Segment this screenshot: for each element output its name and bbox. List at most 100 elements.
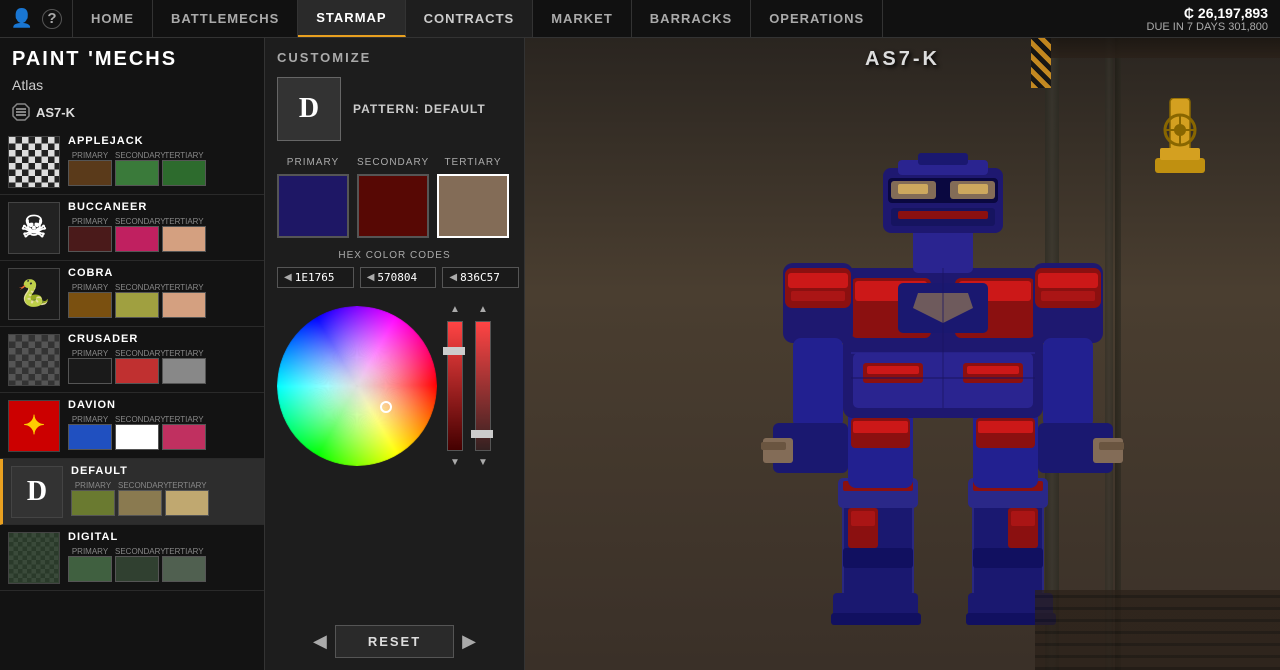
scheme-buccaneer[interactable]: ☠ BUCCANEER PRIMARY SECONDARY TERTIARY [0, 195, 264, 261]
default-primary-swatch[interactable] [71, 490, 115, 516]
tertiary-color-swatch[interactable] [437, 174, 509, 238]
alpha-down-arrow[interactable]: ▼ [478, 457, 488, 468]
applejack-primary-swatch[interactable] [68, 160, 112, 186]
reset-right-arrow[interactable]: ▶ [462, 631, 476, 652]
alpha-slider[interactable] [473, 321, 493, 451]
scheme-crusader[interactable]: CRUSADER PRIMARY SECONDARY TERTIARY [0, 327, 264, 393]
help-icon[interactable]: ? [42, 9, 62, 29]
bg-ceiling [1035, 38, 1280, 58]
scheme-davion[interactable]: ✦ DAVION PRIMARY SECONDARY TERTIARY [0, 393, 264, 459]
mech-selector-name: AS7-K [36, 105, 75, 120]
scheme-applejack[interactable]: APPLEJACK PRIMARY SECONDARY TERTIARY [0, 129, 264, 195]
mech-selector[interactable]: AS7-K [0, 99, 264, 129]
crusader-primary-swatch[interactable] [68, 358, 112, 384]
scheme-applejack-name: APPLEJACK [68, 135, 256, 147]
main-content: PAINT 'MECHS Atlas AS7-K APPLEJACK PRIMA… [0, 38, 1280, 670]
cobra-secondary-label: SECONDARY [115, 283, 159, 292]
default-secondary-swatch[interactable] [118, 490, 162, 516]
mech-class-label: Atlas [0, 75, 264, 99]
davion-tertiary-swatch[interactable] [162, 424, 206, 450]
cobra-secondary-swatch[interactable] [115, 292, 159, 318]
color-selector-labels: PRIMARY SECONDARY TERTIARY [277, 157, 512, 168]
hex-secondary-input[interactable] [377, 271, 429, 284]
pattern-label[interactable]: PATTERN: DEFAULT [353, 102, 486, 116]
scheme-cobra-name: COBRA [68, 267, 256, 279]
hex-codes-row: ◀ ◀ ◀ [277, 267, 512, 288]
bg-crane [1140, 98, 1220, 188]
digital-tertiary-swatch[interactable] [162, 556, 206, 582]
scheme-digital[interactable]: DIGITAL PRIMARY SECONDARY TERTIARY [0, 525, 264, 591]
crusader-secondary-swatch[interactable] [115, 358, 159, 384]
hex-primary-input[interactable] [295, 271, 347, 284]
buccaneer-primary-swatch[interactable] [68, 226, 112, 252]
credits-value: 26,197,893 [1198, 5, 1268, 21]
nav-home[interactable]: HOME [73, 0, 153, 37]
default-tertiary-swatch[interactable] [165, 490, 209, 516]
scheme-default[interactable]: D DEFAULT PRIMARY SECONDARY TERTIARY [0, 459, 264, 525]
scheme-digital-name: DIGITAL [68, 531, 256, 543]
nav-starmap[interactable]: STARMAP [298, 0, 405, 37]
scheme-applejack-info: APPLEJACK PRIMARY SECONDARY TERTIARY [68, 135, 256, 188]
top-navigation: 👤 ? HOME BATTLEMECHS STARMAP CONTRACTS M… [0, 0, 1280, 38]
secondary-color-swatch[interactable] [357, 174, 429, 238]
crusader-tertiary-label: TERTIARY [162, 349, 206, 358]
page-title: PAINT 'MECHS [0, 38, 264, 75]
scheme-list: APPLEJACK PRIMARY SECONDARY TERTIARY ☠ [0, 129, 264, 670]
nav-market[interactable]: MARKET [533, 0, 632, 37]
scheme-digital-thumb [8, 532, 60, 584]
default-tertiary-label: TERTIARY [165, 481, 209, 490]
default-secondary-label: SECONDARY [118, 481, 162, 490]
applejack-secondary-swatch[interactable] [115, 160, 159, 186]
due-display: DUE IN 7 DAYS 301,800 [1147, 21, 1268, 33]
cobra-primary-swatch[interactable] [68, 292, 112, 318]
hex-tertiary-input[interactable] [460, 271, 512, 284]
hex-primary-arrow: ◀ [284, 272, 292, 283]
alpha-up-arrow[interactable]: ▲ [478, 304, 488, 315]
brightness-handle[interactable] [443, 347, 465, 355]
buccaneer-secondary-label: SECONDARY [115, 217, 159, 226]
nav-contracts[interactable]: CONTRACTS [406, 0, 534, 37]
hex-secondary-input-wrap[interactable]: ◀ [360, 267, 437, 288]
crusader-tertiary-swatch[interactable] [162, 358, 206, 384]
nav-operations[interactable]: OPERATIONS [751, 0, 883, 37]
buccaneer-primary-label: PRIMARY [68, 217, 112, 226]
scheme-crusader-name: CRUSADER [68, 333, 256, 345]
davion-secondary-swatch[interactable] [115, 424, 159, 450]
hex-primary-input-wrap[interactable]: ◀ [277, 267, 354, 288]
user-icon[interactable]: 👤 [10, 7, 34, 31]
buccaneer-tertiary-swatch[interactable] [162, 226, 206, 252]
left-panel: PAINT 'MECHS Atlas AS7-K APPLEJACK PRIMA… [0, 38, 265, 670]
pattern-thumb[interactable]: D [277, 77, 341, 141]
scheme-default-thumb: D [11, 466, 63, 518]
scheme-buccaneer-name: BUCCANEER [68, 201, 256, 213]
applejack-primary-label: PRIMARY [68, 151, 112, 160]
primary-color-swatch[interactable] [277, 174, 349, 238]
scheme-cobra[interactable]: 🐍 COBRA PRIMARY SECONDARY TERTIARY [0, 261, 264, 327]
brightness-up-arrow[interactable]: ▲ [450, 304, 460, 315]
applejack-tertiary-swatch[interactable] [162, 160, 206, 186]
colorwheel-canvas[interactable] [277, 306, 437, 466]
reset-left-arrow[interactable]: ◀ [313, 631, 327, 652]
scheme-davion-thumb: ✦ [8, 400, 60, 452]
scheme-buccaneer-thumb: ☠ [8, 202, 60, 254]
customize-title: CUSTOMIZE [277, 50, 512, 65]
digital-secondary-swatch[interactable] [115, 556, 159, 582]
scheme-default-name: DEFAULT [71, 465, 256, 477]
hex-tertiary-input-wrap[interactable]: ◀ [442, 267, 519, 288]
buccaneer-secondary-swatch[interactable] [115, 226, 159, 252]
digital-primary-swatch[interactable] [68, 556, 112, 582]
cobra-tertiary-swatch[interactable] [162, 292, 206, 318]
colorwheel-container[interactable] [277, 306, 437, 466]
reset-button[interactable]: RESET [335, 625, 454, 658]
alpha-handle[interactable] [471, 430, 493, 438]
digital-secondary-label: SECONDARY [115, 547, 159, 556]
davion-primary-swatch[interactable] [68, 424, 112, 450]
mech-svg [743, 68, 1143, 658]
brightness-slider-container: ▲ ▼ [445, 304, 465, 468]
default-primary-label: PRIMARY [71, 481, 115, 490]
brightness-slider[interactable] [445, 321, 465, 451]
brightness-down-arrow[interactable]: ▼ [450, 457, 460, 468]
secondary-color-label: SECONDARY [357, 157, 429, 168]
nav-battlemechs[interactable]: BATTLEMECHS [153, 0, 298, 37]
nav-barracks[interactable]: BARRACKS [632, 0, 751, 37]
